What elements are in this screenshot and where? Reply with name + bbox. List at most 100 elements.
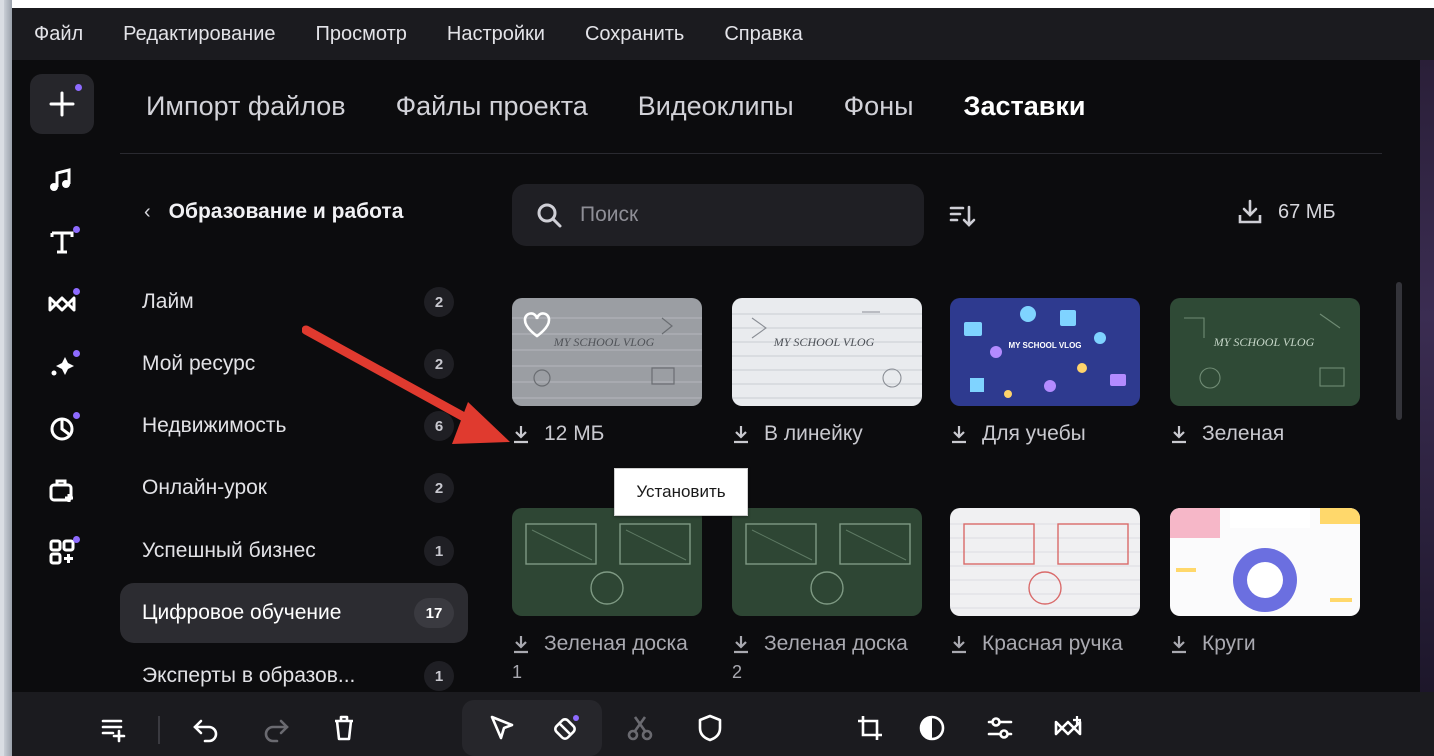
tab-import[interactable]: Импорт файлов [146,91,346,122]
install-tooltip: Установить [614,468,748,516]
search-box[interactable] [512,184,924,246]
transitions-button[interactable] [30,274,94,334]
heart-icon[interactable] [522,310,552,340]
intro-card[interactable]: Зеленая доска 1 [512,508,702,683]
menu-edit[interactable]: Редактирование [123,23,275,46]
cut-button[interactable] [616,704,664,752]
transition-button[interactable] [1044,704,1092,752]
widgets-button[interactable] [30,522,94,582]
card-caption-text: Зеленая доска [764,632,908,655]
adjust-button[interactable] [976,704,1024,752]
search-icon [537,203,562,228]
category-title: Образование и работа [168,200,404,223]
intro-thumbnail[interactable] [1170,508,1360,616]
category-item[interactable]: Онлайн-урок 2 [120,458,468,518]
download-icon [734,636,748,654]
intro-card[interactable]: MY SCHOOL VLOG Для учебы [950,298,1140,446]
select-tool-button[interactable] [478,704,526,752]
menu-file[interactable]: Файл [34,23,83,46]
green-board-frames-thumbnail [512,508,702,616]
tab-intros[interactable]: Заставки [964,91,1086,122]
category-back[interactable]: ‹ Образование и работа [144,200,403,224]
green-board-thumbnail: MY SCHOOL VLOG [1170,298,1360,406]
redo-icon [264,719,289,743]
search-input[interactable] [580,203,880,227]
menu-view[interactable]: Просмотр [316,23,407,46]
text-icon [50,231,74,254]
intro-card[interactable]: MY SCHOOL VLOG Зеленая [1170,298,1360,446]
red-pen-thumbnail [950,508,1140,616]
undo-button[interactable] [182,704,230,752]
color-button[interactable] [908,704,956,752]
intro-thumbnail[interactable] [732,508,922,616]
category-item[interactable]: Лайм 2 [120,272,468,332]
card-caption: Зеленая доска [732,632,922,656]
category-label: Эксперты в образов... [142,664,356,687]
download-icon [514,636,528,654]
intro-thumbnail[interactable]: MY SCHOOL VLOG [950,298,1140,406]
toolbox-icon [49,479,73,502]
circles-thumbnail [1170,508,1360,616]
category-label: Успешный бизнес [142,539,316,562]
transition-icon [1054,716,1082,736]
card-caption: В линейку [732,422,922,446]
add-icon [49,91,75,117]
card-caption-line2: 2 [732,662,743,682]
red-arrow-annotation [302,325,510,444]
category-count: 2 [424,473,454,503]
crop-button[interactable] [846,704,894,752]
category-label: Лайм [142,290,194,313]
intro-thumbnail[interactable] [950,508,1140,616]
intro-thumbnail[interactable] [512,508,702,616]
category-label: Цифровое обучение [142,601,342,624]
sticker-icon [50,417,74,441]
card-caption-text: Круги [1202,632,1256,655]
svg-text:MY SCHOOL VLOG: MY SCHOOL VLOG [773,335,875,349]
category-item-active[interactable]: Цифровое обучение 17 [120,583,468,643]
intro-thumbnail[interactable]: MY SCHOOL VLOG [512,298,702,406]
tab-project-files[interactable]: Файлы проекта [396,91,588,122]
text-button[interactable] [30,212,94,272]
study-icons-thumbnail: MY SCHOOL VLOG [950,298,1140,406]
menu-help[interactable]: Справка [724,23,802,46]
menu-save[interactable]: Сохранить [585,23,684,46]
svg-text:MY SCHOOL VLOG: MY SCHOOL VLOG [553,335,655,349]
download-icon [1238,199,1262,224]
adjust-icon [987,717,1013,739]
category-item[interactable]: Успешный бизнес 1 [120,521,468,581]
total-download[interactable]: 67 МБ [1236,198,1336,226]
tab-videoclips[interactable]: Видеоклипы [638,91,794,122]
intro-card[interactable]: Круги [1170,508,1360,656]
toolbox-button[interactable] [30,460,94,520]
cut-icon [627,716,653,741]
card-caption: Зеленая доска [512,632,702,656]
mask-button[interactable] [686,704,734,752]
intro-thumbnail[interactable]: MY SCHOOL VLOG [732,298,922,406]
add-media-button[interactable] [30,74,94,134]
delete-icon [335,715,353,741]
select-icon [490,715,514,740]
sort-button[interactable] [942,198,982,234]
card-caption: 12 МБ [512,422,702,446]
app-window: Файл Редактирование Просмотр Настройки С… [12,8,1434,756]
widgets-icon [49,539,75,565]
intro-card[interactable]: MY SCHOOL VLOG В линейку [732,298,922,446]
download-icon [952,636,966,654]
effects-button[interactable] [30,336,94,396]
redo-button[interactable] [252,704,300,752]
intro-card[interactable]: MY SCHOOL VLOG 12 МБ [512,298,702,446]
music-button[interactable] [30,150,94,210]
intro-card[interactable]: Красная ручка [950,508,1140,656]
card-caption-text: Зеленая [1202,422,1285,445]
content-scrollbar[interactable] [1396,282,1402,420]
stickers-button[interactable] [30,398,94,458]
tab-backgrounds[interactable]: Фоны [844,91,914,122]
menu-settings[interactable]: Настройки [447,23,545,46]
add-track-button[interactable] [90,704,138,752]
delete-button[interactable] [320,704,368,752]
intro-thumbnail[interactable]: MY SCHOOL VLOG [1170,298,1360,406]
eraser-tool-button[interactable] [542,704,590,752]
content-tabs: Импорт файлов Файлы проекта Видеоклипы Ф… [120,60,1382,154]
intro-card[interactable]: Зеленая доска 2 [732,508,922,683]
card-caption-text: Для учебы [982,422,1086,445]
